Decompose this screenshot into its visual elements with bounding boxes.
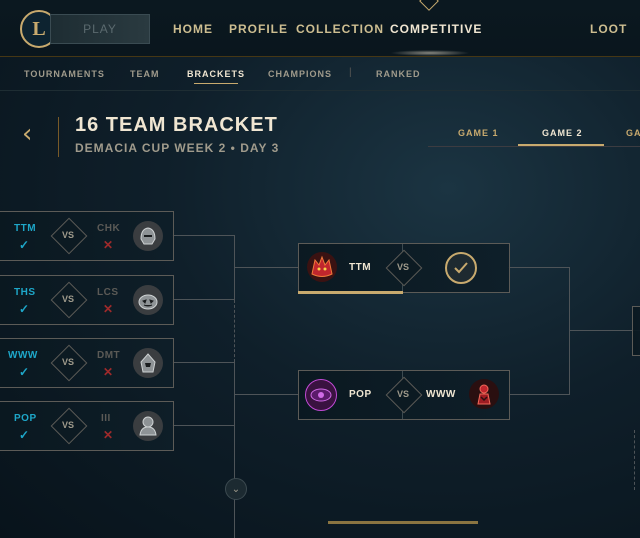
checkmark-icon (445, 252, 477, 284)
team-a-code: POP (14, 413, 37, 424)
tab-game-3[interactable]: GA (626, 128, 640, 138)
win-check-icon: ✓ (19, 428, 30, 442)
connector-line (569, 330, 640, 331)
connector-line (569, 267, 570, 395)
connector-line (234, 267, 298, 268)
vs-label: VS (62, 294, 75, 304)
loss-x-icon: ✕ (103, 428, 114, 442)
team-a-code: WWW (8, 350, 38, 361)
connector-line (172, 362, 235, 363)
hooded-figure-icon (133, 348, 163, 378)
match-card[interactable]: POP ✓ VS III ✕ (0, 401, 174, 451)
active-nav-marker-icon (419, 0, 439, 11)
match-card-round2[interactable]: TTM VS (298, 243, 510, 293)
title-divider (58, 117, 59, 157)
subnav-tournaments[interactable]: TOURNAMENTS (24, 69, 105, 79)
connector-line (172, 235, 235, 236)
loss-x-icon: ✕ (103, 238, 114, 252)
subnav-champions[interactable]: CHAMPIONS (268, 69, 332, 79)
scroll-down-chevron-icon[interactable]: ⌄ (225, 478, 247, 500)
team-b-code: LCS (97, 287, 119, 298)
subnav-active-underline (194, 83, 238, 84)
subnav-brackets[interactable]: BRACKETS (187, 69, 245, 79)
match-card[interactable]: WWW ✓ VS DMT ✕ (0, 338, 174, 388)
connector-dash (234, 300, 235, 362)
team-b-code: DMT (97, 350, 121, 361)
next-round-match-card[interactable] (632, 306, 640, 356)
connector-line (234, 394, 298, 395)
match-card-round2[interactable]: POP VS WWW (298, 370, 510, 420)
team-b-code: III (101, 413, 111, 424)
team-a-code: POP (349, 389, 372, 400)
match-progress-bar (298, 291, 403, 294)
tab-game-2[interactable]: GAME 2 (542, 128, 583, 138)
knight-helmet-icon (133, 221, 163, 251)
play-button[interactable]: PLAY (50, 14, 150, 44)
tab-game-1[interactable]: GAME 1 (458, 128, 499, 138)
top-nav-bar: L PLAY HOME PROFILE COLLECTION COMPETITI… (0, 0, 640, 57)
game-tabs-baseline (428, 146, 640, 147)
warrior-icon (133, 411, 163, 441)
nav-loot[interactable]: LOOT (590, 22, 627, 36)
vs-label: VS (397, 389, 410, 399)
connector-dash (634, 430, 635, 490)
subnav-separator: | (349, 67, 352, 78)
vs-label: VS (62, 357, 75, 367)
loss-x-icon: ✕ (103, 365, 114, 379)
connector-line (172, 299, 235, 300)
loss-x-icon: ✕ (103, 302, 114, 316)
pumpkin-icon (133, 285, 163, 315)
team-b-code: WWW (426, 389, 456, 400)
subnav-ranked[interactable]: RANKED (376, 69, 421, 79)
sub-nav-bar: TOURNAMENTS TEAM BRACKETS CHAMPIONS | RA… (0, 56, 640, 91)
nav-collection[interactable]: COLLECTION (296, 22, 384, 36)
nav-home[interactable]: HOME (173, 22, 213, 36)
connector-line (508, 267, 570, 268)
win-check-icon: ✓ (19, 365, 30, 379)
team-a-code: THS (14, 287, 36, 298)
game-tab-active-underline (518, 144, 604, 146)
purple-eye-icon (305, 379, 337, 411)
vs-label: VS (62, 230, 75, 240)
page-subtitle: DEMACIA CUP WEEK 2 • DAY 3 (75, 141, 280, 155)
back-chevron-icon[interactable]: ‹ (22, 121, 46, 147)
vs-label: VS (397, 262, 410, 272)
nav-competitive[interactable]: COMPETITIVE (390, 22, 482, 36)
win-check-icon: ✓ (19, 238, 30, 252)
team-a-code: TTM (349, 262, 372, 273)
team-b-code: CHK (97, 223, 121, 234)
win-check-icon: ✓ (19, 302, 30, 316)
subnav-team[interactable]: TEAM (130, 69, 160, 79)
red-tower-icon (469, 379, 499, 409)
connector-line (508, 394, 570, 395)
match-card[interactable]: THS ✓ VS LCS ✕ (0, 275, 174, 325)
red-wolf-icon (307, 252, 337, 282)
page-title: 16 TEAM BRACKET (75, 114, 278, 136)
bottom-progress-bar (328, 521, 478, 524)
nav-profile[interactable]: PROFILE (229, 22, 288, 36)
connector-line (172, 425, 235, 426)
team-a-code: TTM (14, 223, 37, 234)
match-card[interactable]: TTM ✓ VS CHK ✕ (0, 211, 174, 261)
vs-label: VS (62, 420, 75, 430)
